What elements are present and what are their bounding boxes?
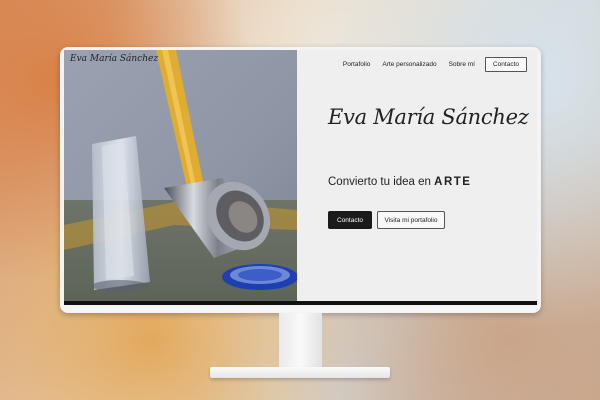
top-nav: Portafolio Arte personalizado Sobre mí C…: [331, 57, 527, 72]
website-screen: Eva María Sánchez Portafolio Arte person…: [64, 50, 537, 305]
nav-contact-button[interactable]: Contacto: [484, 57, 527, 72]
hero-painting: [64, 50, 297, 301]
tagline-text: Convierto tu idea en: [328, 176, 431, 188]
hero-content: Portafolio Arte personalizado Sobre mí C…: [297, 50, 537, 301]
nav-portfolio[interactable]: Portafolio: [343, 61, 370, 68]
nav-about[interactable]: Sobre mí: [449, 61, 475, 68]
monitor-stand-neck: [279, 313, 322, 370]
site-logo[interactable]: Eva María Sánchez: [70, 54, 158, 64]
nav-custom-art[interactable]: Arte personalizado: [382, 61, 436, 68]
screen-bottom-bar: [64, 301, 537, 305]
portfolio-button[interactable]: Visita mi portafolio: [377, 211, 445, 229]
monitor-stand-base: [210, 367, 390, 378]
hero-title: Eva María Sánchez: [328, 105, 529, 129]
tagline-emphasis: ARTE: [434, 176, 472, 188]
monitor: Eva María Sánchez Portafolio Arte person…: [60, 47, 541, 313]
hero-tagline: Convierto tu idea en ARTE: [328, 176, 471, 188]
contact-button[interactable]: Contacto: [328, 211, 372, 229]
